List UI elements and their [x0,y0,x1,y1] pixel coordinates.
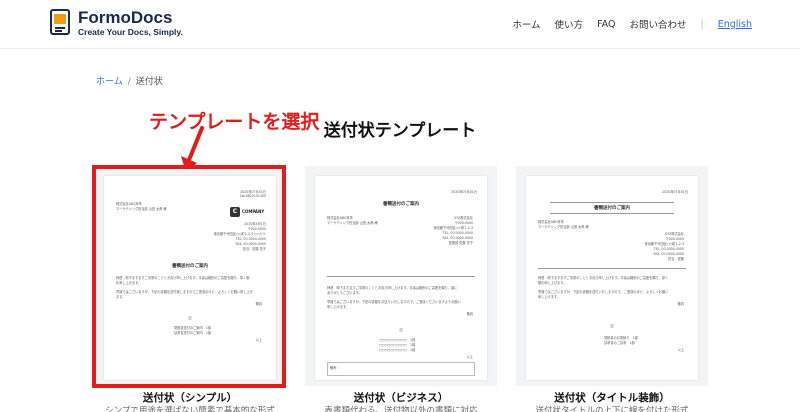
template-card-desc: シンプで用途を選ばない簡素で基本的な形式 [105,406,275,412]
breadcrumb: ホーム / 送付状 [96,74,163,87]
breadcrumb-home[interactable]: ホーム [96,77,123,87]
doc-end: 以上 [677,348,684,352]
sender-line: 担当：佐藤 花子 [242,247,266,251]
doc-body-line: 早速ではございますが、下記の書類を送付いたしますので、ご査収のほど、よろしくお願… [538,290,669,294]
doc-item: 請求書送付のご案内 1部 [174,331,212,335]
page-title: 送付状テンプレート [323,121,477,141]
sender-line: 営業部 佐藤 花子 [448,241,473,245]
nav-separator: | [700,18,704,30]
template-preview: 2020年07月01日 No.0620101400 株式会社ABC商事 マーケテ… [104,176,276,380]
doc-body-line: ありがとうございます。 [327,291,362,295]
doc-to-company: 株式会社ABC商事 [327,216,353,220]
doc-note-box: 備考： [327,362,475,376]
template-preview: 2020年07月01日 書類送付のご案内 株式会社ABC商事 マーケティング担当… [526,176,698,380]
company-logo-icon: C [230,207,240,217]
doc-body-line: 拝啓 時下ますますご清栄のこととお喜び申し上げます。平素は格別のご高配を賜り、誠… [327,286,458,290]
brand-name: FormoDocs [78,8,173,27]
nav-home[interactable]: ホーム [512,17,540,31]
doc-item: ○○○○○○○○○○ 1部 [379,343,416,347]
template-card-desc: 送付状タイトルの上下に線を付けた形式 [535,406,689,412]
doc-body-line: 申し上げます。 [538,295,560,299]
company-logo-text: COMPANY [242,209,265,214]
main-nav: ホーム 使い方 FAQ お問い合わせ | English [498,17,752,32]
doc-body-line: 拝啓 時下ますますご清栄のこととお喜び申し上げます。平素は格別のご高配を賜り、厚… [116,276,250,280]
doc-rule [538,268,686,269]
doc-body-line: ます。 [116,295,126,299]
doc-to-person: マーケティング担当部 山田 太郎 様 [538,225,589,229]
title-rule-bottom [550,213,674,214]
doc-end: 以上 [466,355,473,359]
template-card-title[interactable]: 送付状（タイトル装飾） [516,390,708,405]
site-header: FormoDocs Create Your Docs, Simply. ホーム … [0,0,800,48]
doc-subject: 書類送付のご案内 [383,202,419,207]
doc-to-person: マーケティング担当部 山田 太郎 様 [327,221,378,225]
sender-line: 〒000-0000 [665,237,684,241]
nav-usage[interactable]: 使い方 [555,17,584,31]
template-card-title-decor[interactable]: 2020年07月01日 書類送付のご案内 株式会社ABC商事 マーケティング担当… [516,166,708,386]
template-card-business[interactable]: 2020年07月01日 書類送付のご案内 株式会社ABC商事 マーケティング担当… [305,166,497,386]
doc-date: 2020年07月01日 [662,190,688,194]
doc-rule [327,276,475,277]
doc-body-line: 早速ではございますが、下記の書類を送付致しますのでご査収のほど、よろしくお願い申… [116,290,253,294]
doc-item: 見積書のお見積り 1部 [604,336,638,340]
breadcrumb-current: 送付状 [135,77,163,87]
sender-line: FAX. 00-0000-0000 [442,236,473,240]
doc-body-line: 早速ではございますが、下記の書類をお送りいたしますので、ご査収くださいますようお… [327,300,461,304]
company-logo: C COMPANY [230,206,266,218]
sender-line: TEL. 00-0000-0000 [442,231,473,235]
doc-closing: 敬具 [466,312,473,316]
doc-body-line: 礼申し上げます。 [116,281,142,285]
template-card-title[interactable]: 送付状（ビジネス） [305,390,497,405]
sender-line: 東京都千代田区○○町1-2-3 [433,226,473,230]
doc-to-person: マーケティング担当部 山田 太郎 様 [116,207,167,211]
doc-subject: 書類送付のご案内 [594,206,630,211]
doc-item: ○○○○○○○○○○ 1部 [379,348,416,352]
sender-line: 〒000-0000 [247,227,266,231]
brand-text: FormoDocs Create Your Docs, Simply. [78,9,183,38]
sender-line: TEL. 00-0000-0000 [235,237,266,241]
title-rule-top [550,202,674,203]
template-card-desc: 表書類代わる、送付物以外の書類に対応 [324,406,478,412]
doc-end: 以上 [255,338,262,342]
breadcrumb-separator: / [127,77,131,87]
doc-body-line: 拝啓 時下ますますご清栄のこととお喜び申し上げます。平素は格別のご高配を賜り、厚… [538,276,669,280]
sender-line: XYZ株式会社 [453,216,473,220]
sender-line: TEL. 00-0000-0000 [653,247,684,251]
doc-ki: 記 [188,316,192,320]
doc-item: 請求書のご請求 1部 [604,341,635,345]
nav-faq[interactable]: FAQ [597,19,615,30]
sender-line: 〒000-0000 [454,221,473,225]
doc-to-company: 株式会社ABC商事 [116,202,142,206]
doc-to-company: 株式会社ABC商事 [538,220,564,224]
doc-note: 備考： [330,366,340,370]
sender-line: FAX. 00-0000-0000 [653,252,684,256]
brand-tagline: Create Your Docs, Simply. [78,27,183,37]
sender-line: FAX. 00-0000-0000 [235,242,266,246]
logo-icon [50,9,72,37]
sender-line: 東京都千代田区○○町1-2-3 ○○ビル [213,232,266,236]
nav-contact[interactable]: お問い合わせ [629,17,686,31]
doc-subject: 書類送付のご案内 [172,264,208,269]
sender-line: 担当：佐藤 [668,257,684,261]
sender-line: XYZ株式会社 [664,232,684,236]
template-card-title[interactable]: 送付状（シンプル） [94,390,286,405]
template-preview: 2020年07月01日 書類送付のご案内 株式会社ABC商事 マーケティング担当… [315,176,487,380]
sender-line: 東京都千代田区○○町1-2-3 [644,242,684,246]
doc-body-line: 御礼申し上げます。 [538,281,567,285]
doc-closing: 敬具 [255,302,262,306]
template-card-simple[interactable]: 2020年07月01日 No.0620101400 株式会社ABC商事 マーケテ… [94,166,286,386]
doc-body-line: 申し上げます。 [327,305,349,309]
sender-line: 2020年4月1日 [244,222,266,226]
doc-ki: 記 [399,328,403,332]
doc-closing: 敬具 [677,302,684,306]
doc-number: No.0620101400 [240,194,266,198]
doc-ki: 記 [610,324,614,328]
doc-item: 見積書送付のご案内 1部 [174,326,212,330]
language-link[interactable]: English [718,19,752,30]
brand-logo[interactable]: FormoDocs Create Your Docs, Simply. [50,9,183,38]
doc-date: 2020年07月01日 [451,190,477,194]
header-divider [0,48,800,49]
doc-item: ○○○○○○○○○○ 1部 [379,338,416,342]
